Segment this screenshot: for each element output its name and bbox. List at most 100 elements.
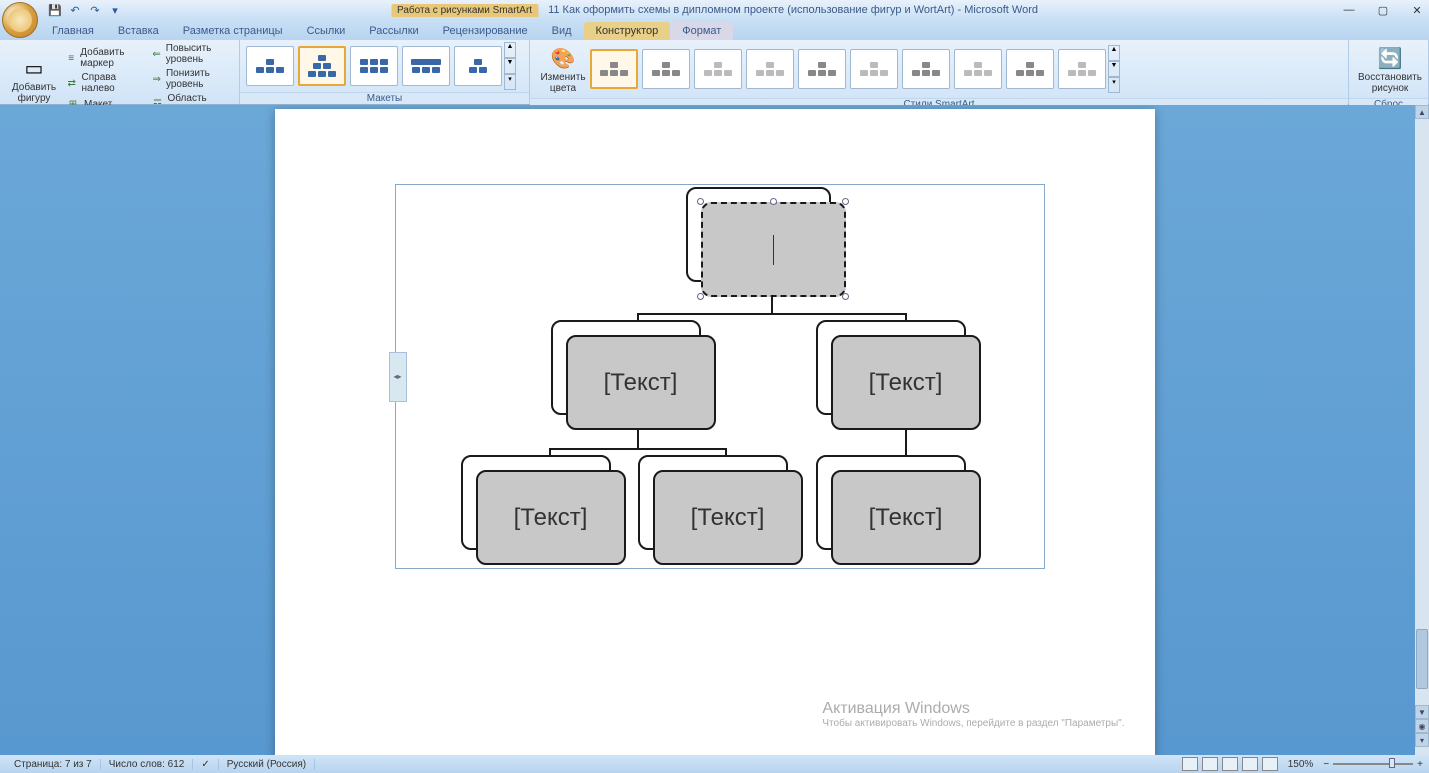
redo-button[interactable]: ↷: [86, 1, 104, 19]
document-page[interactable]: ◂▸: [275, 109, 1155, 755]
layout-thumb-1[interactable]: [246, 46, 294, 86]
reset-icon: 🔄: [1376, 44, 1404, 72]
style-thumb-1[interactable]: [590, 49, 638, 89]
promote-button[interactable]: ⇐Повысить уровень: [147, 42, 233, 66]
layout-thumb-4[interactable]: [402, 46, 450, 86]
workspace: ◂▸: [0, 105, 1429, 755]
bullet-icon: ≡: [66, 51, 76, 65]
node-text: [Текст]: [869, 504, 943, 532]
vertical-scrollbar[interactable]: ▲ ▼ ◉ ▾: [1415, 105, 1429, 755]
view-draft[interactable]: [1262, 757, 1278, 771]
activation-watermark: Активация Windows Чтобы активировать Win…: [822, 700, 1124, 729]
smartart-frame[interactable]: ◂▸: [395, 184, 1045, 569]
selection-handle[interactable]: [842, 198, 849, 205]
styles-more[interactable]: ▾: [1108, 77, 1120, 93]
tab-format[interactable]: Формат: [670, 22, 733, 40]
view-print-layout[interactable]: [1182, 757, 1198, 771]
style-thumb-9[interactable]: [1006, 49, 1054, 89]
styles-scroll-down[interactable]: ▼: [1108, 61, 1120, 77]
qat-customize[interactable]: ▾: [106, 1, 124, 19]
change-colors-button[interactable]: 🎨 Изменить цвета: [536, 42, 590, 96]
scroll-up-button[interactable]: ▲: [1415, 105, 1429, 119]
tab-design[interactable]: Конструктор: [584, 22, 671, 40]
status-proofing[interactable]: ✓: [193, 759, 218, 770]
reset-graphic-button[interactable]: 🔄 Восстановить рисунок: [1355, 42, 1425, 96]
quick-access-toolbar: 💾 ↶ ↷ ▾: [46, 1, 124, 19]
contextual-tab-label: Работа с рисунками SmartArt: [391, 4, 538, 17]
scroll-thumb[interactable]: [1416, 629, 1428, 689]
statusbar: Страница: 7 из 7 Число слов: 612 ✓ Русск…: [0, 755, 1429, 773]
smartart-node-3-1[interactable]: [Текст]: [461, 455, 626, 565]
status-words[interactable]: Число слов: 612: [101, 759, 194, 770]
undo-button[interactable]: ↶: [66, 1, 84, 19]
selection-handle[interactable]: [697, 293, 704, 300]
smartart-node-root[interactable]: [686, 187, 846, 297]
tab-review[interactable]: Рецензирование: [431, 22, 540, 40]
style-thumb-2[interactable]: [642, 49, 690, 89]
style-thumb-7[interactable]: [902, 49, 950, 89]
close-button[interactable]: ✕: [1409, 2, 1425, 18]
zoom-level[interactable]: 150%: [1282, 759, 1320, 770]
layout-thumb-3[interactable]: [350, 46, 398, 86]
style-thumb-6[interactable]: [850, 49, 898, 89]
layout-thumb-2[interactable]: [298, 46, 346, 86]
document-title: 11 Как оформить схемы в дипломном проект…: [548, 4, 1038, 16]
styles-scroll-up[interactable]: ▲: [1108, 45, 1120, 61]
scroll-down-button[interactable]: ▼: [1415, 705, 1429, 719]
node-text: [Текст]: [514, 504, 588, 532]
layout-thumb-5[interactable]: [454, 46, 502, 86]
minimize-button[interactable]: —: [1341, 2, 1357, 18]
add-bullet-button[interactable]: ≡Добавить маркер: [62, 46, 143, 70]
titlebar: 💾 ↶ ↷ ▾ Работа с рисунками SmartArt 11 К…: [0, 0, 1429, 20]
style-thumb-5[interactable]: [798, 49, 846, 89]
layouts-scroll-down[interactable]: ▼: [504, 58, 516, 74]
status-page[interactable]: Страница: 7 из 7: [6, 759, 101, 770]
tab-insert[interactable]: Вставка: [106, 22, 171, 40]
tab-view[interactable]: Вид: [540, 22, 584, 40]
text-cursor: [773, 235, 774, 265]
demote-icon: ⇒: [151, 72, 162, 86]
add-shape-icon: ▭: [20, 54, 48, 82]
rtl-icon: ⇄: [66, 76, 78, 90]
node-text: [Текст]: [691, 504, 765, 532]
view-web[interactable]: [1222, 757, 1238, 771]
selection-handle[interactable]: [770, 198, 777, 205]
smartart-node-2-right[interactable]: [Текст]: [816, 320, 981, 430]
zoom-slider-thumb[interactable]: [1389, 758, 1395, 768]
tab-page-layout[interactable]: Разметка страницы: [171, 22, 295, 40]
status-language[interactable]: Русский (Россия): [219, 759, 315, 770]
tab-mailings[interactable]: Рассылки: [357, 22, 430, 40]
scroll-track[interactable]: [1415, 119, 1429, 705]
view-outline[interactable]: [1242, 757, 1258, 771]
style-thumb-4[interactable]: [746, 49, 794, 89]
connector: [637, 313, 907, 315]
connector: [549, 448, 727, 450]
layouts-scroll-up[interactable]: ▲: [504, 42, 516, 58]
prev-page-button[interactable]: ◉: [1415, 719, 1429, 733]
zoom-out-button[interactable]: −: [1323, 759, 1329, 770]
smartart-node-3-2[interactable]: [Текст]: [638, 455, 803, 565]
style-thumb-10[interactable]: [1058, 49, 1106, 89]
zoom-in-button[interactable]: +: [1417, 759, 1423, 770]
layouts-more[interactable]: ▾: [504, 74, 516, 90]
zoom-slider[interactable]: [1333, 763, 1413, 765]
selection-handle[interactable]: [842, 293, 849, 300]
node-text: [Текст]: [869, 369, 943, 397]
selection-handle[interactable]: [697, 198, 704, 205]
save-button[interactable]: 💾: [46, 1, 64, 19]
smartart-hierarchy: [Текст] [Текст] [Текст] [Текст]: [396, 185, 1044, 568]
tab-references[interactable]: Ссылки: [295, 22, 358, 40]
maximize-button[interactable]: ▢: [1375, 2, 1391, 18]
tab-home[interactable]: Главная: [40, 22, 106, 40]
demote-button[interactable]: ⇒Понизить уровень: [147, 67, 233, 91]
style-thumb-8[interactable]: [954, 49, 1002, 89]
style-thumb-3[interactable]: [694, 49, 742, 89]
add-shape-button[interactable]: ▭ Добавить фигуру: [6, 52, 62, 106]
smartart-node-3-3[interactable]: [Текст]: [816, 455, 981, 565]
view-full-screen[interactable]: [1202, 757, 1218, 771]
promote-icon: ⇐: [151, 47, 161, 61]
smartart-node-2-left[interactable]: [Текст]: [551, 320, 716, 430]
next-page-button[interactable]: ▾: [1415, 733, 1429, 747]
right-to-left-button[interactable]: ⇄Справа налево: [62, 71, 143, 95]
office-button[interactable]: [2, 2, 38, 38]
